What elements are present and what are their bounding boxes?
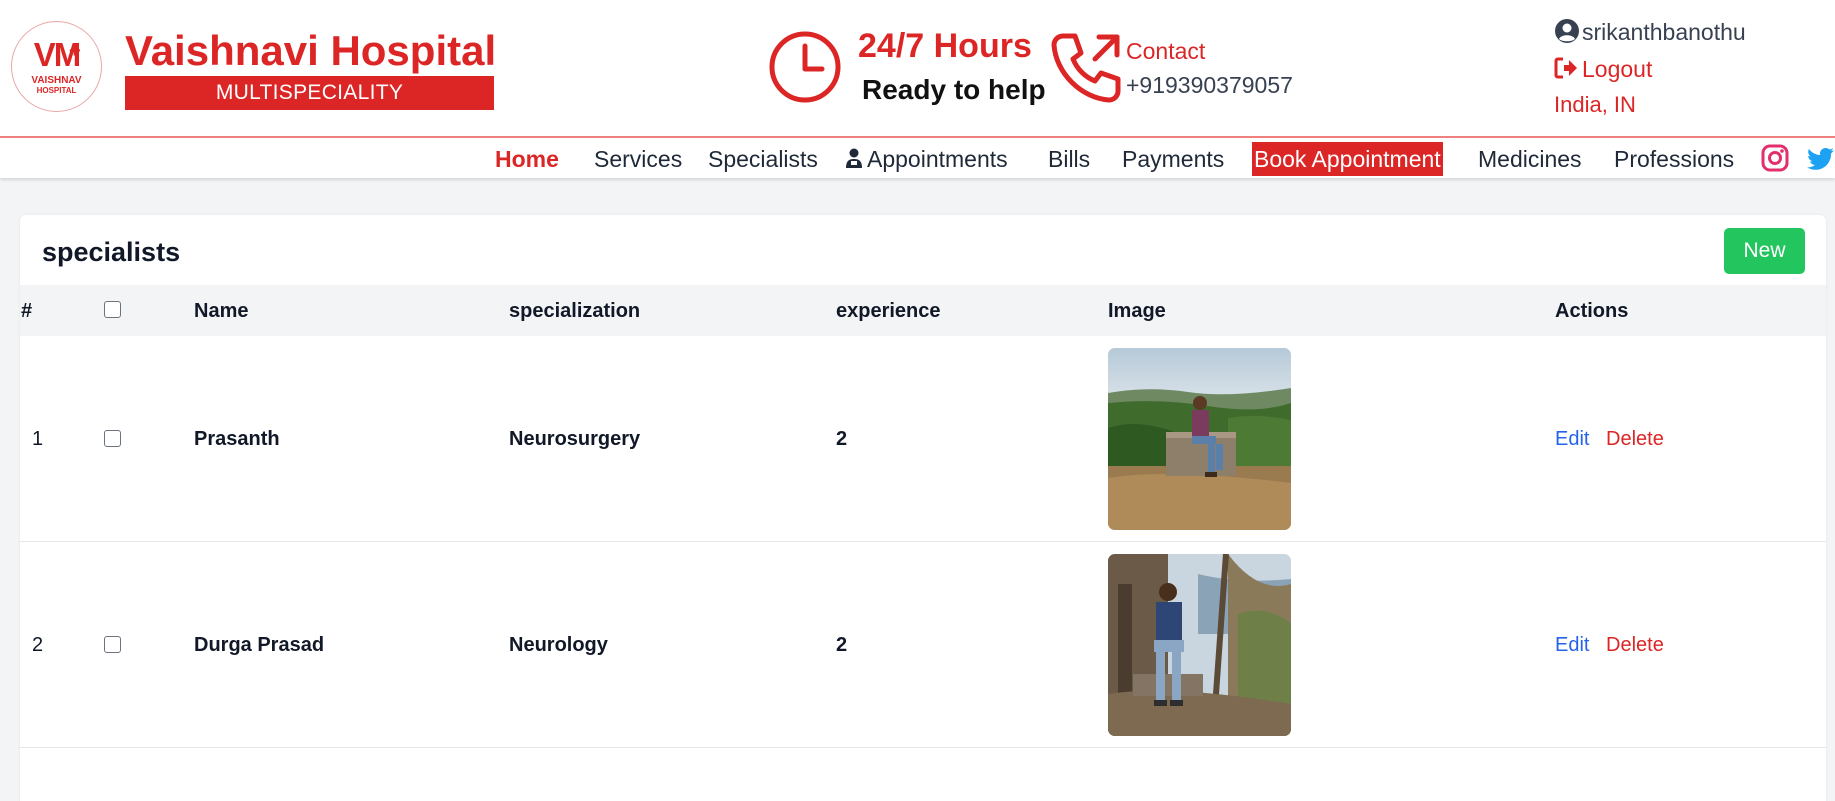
specialist-specialization: Neurosurgery <box>509 428 641 450</box>
column-header-specialization: specialization <box>509 300 641 322</box>
brand-tagline: MULTISPECIALITY <box>125 76 494 110</box>
specialist-photo <box>1108 554 1291 736</box>
specialist-experience: 2 <box>836 634 848 656</box>
specialist-name: Durga Prasad <box>194 634 325 656</box>
nav-appointments-label: Appointments <box>867 146 1008 172</box>
twitter-icon[interactable] <box>1807 144 1835 172</box>
hours-title: 24/7 Hours <box>858 27 1032 65</box>
column-header-image: Image <box>1108 300 1166 322</box>
user-account[interactable]: srikanthbanothu <box>1554 18 1746 49</box>
nav-home[interactable]: Home <box>495 146 559 173</box>
column-header-actions: Actions <box>1555 300 1629 322</box>
select-all-checkbox[interactable] <box>104 301 121 318</box>
table-row: 2 Durga Prasad Neurology 2 Edit Delete <box>20 542 1826 748</box>
logo-text-line2: HOSPITAL <box>36 86 77 95</box>
nav-services[interactable]: Services <box>594 146 682 173</box>
specialist-experience: 2 <box>836 428 848 450</box>
main-nav: Home Services Specialists Appointments B… <box>0 136 1835 178</box>
new-specialist-button[interactable]: New <box>1724 228 1805 274</box>
delete-link[interactable]: Delete <box>1606 634 1664 657</box>
specialist-specialization: Neurology <box>509 634 608 656</box>
table-row: 1 Prasanth Neurosurgery 2 Edit Delete <box>20 336 1826 542</box>
nav-payments[interactable]: Payments <box>1122 146 1224 173</box>
hours-subtitle: Ready to help <box>862 74 1046 105</box>
edit-link[interactable]: Edit <box>1555 634 1589 657</box>
instagram-icon[interactable] <box>1761 144 1789 172</box>
nav-appointments[interactable]: Appointments <box>845 146 1008 173</box>
column-header-name: Name <box>194 300 249 322</box>
specialist-photo <box>1108 348 1291 530</box>
nav-bills[interactable]: Bills <box>1048 146 1090 173</box>
row-checkbox[interactable] <box>104 636 121 653</box>
row-checkbox[interactable] <box>104 430 121 447</box>
brand-name: Vaishnavi Hospital <box>125 27 497 74</box>
nav-professions[interactable]: Professions <box>1614 146 1734 173</box>
contact-phone: +919390379057 <box>1126 72 1293 98</box>
delete-link[interactable]: Delete <box>1606 428 1664 451</box>
nav-medicines[interactable]: Medicines <box>1478 146 1582 173</box>
logo-letters: VM <box>33 36 82 73</box>
nav-specialists[interactable]: Specialists <box>708 146 818 173</box>
column-header-num: # <box>21 300 33 322</box>
logout-button[interactable]: Logout <box>1554 56 1652 83</box>
hospital-logo[interactable]: VM + VAISHNAV HOSPITAL <box>11 21 102 112</box>
page-title: specialists <box>42 237 181 267</box>
user-circle-icon <box>1555 18 1579 43</box>
nav-book-appointment[interactable]: Book Appointment <box>1252 142 1443 176</box>
specialist-name: Prasanth <box>194 428 280 450</box>
locale-label: India, IN <box>1554 92 1636 117</box>
phone-icon <box>1051 33 1121 103</box>
doctor-icon <box>846 148 862 168</box>
clock-icon <box>769 31 841 103</box>
row-number: 1 <box>32 428 44 450</box>
logout-label: Logout <box>1582 56 1653 82</box>
contact-link[interactable]: Contact <box>1126 38 1205 65</box>
row-number: 2 <box>32 634 44 656</box>
specialists-card: specialists New # Name specialization ex… <box>20 215 1826 801</box>
logo-plus-icon: + <box>69 40 81 62</box>
logout-icon <box>1554 57 1577 79</box>
table-header: # Name specialization experience Image A… <box>20 285 1826 336</box>
logo-text-line1: VAISHNAV <box>31 75 82 86</box>
edit-link[interactable]: Edit <box>1555 428 1589 451</box>
site-header: VM + VAISHNAV HOSPITAL Vaishnavi Hospita… <box>0 0 1835 136</box>
username: srikanthbanothu <box>1582 19 1746 45</box>
column-header-experience: experience <box>836 300 941 322</box>
